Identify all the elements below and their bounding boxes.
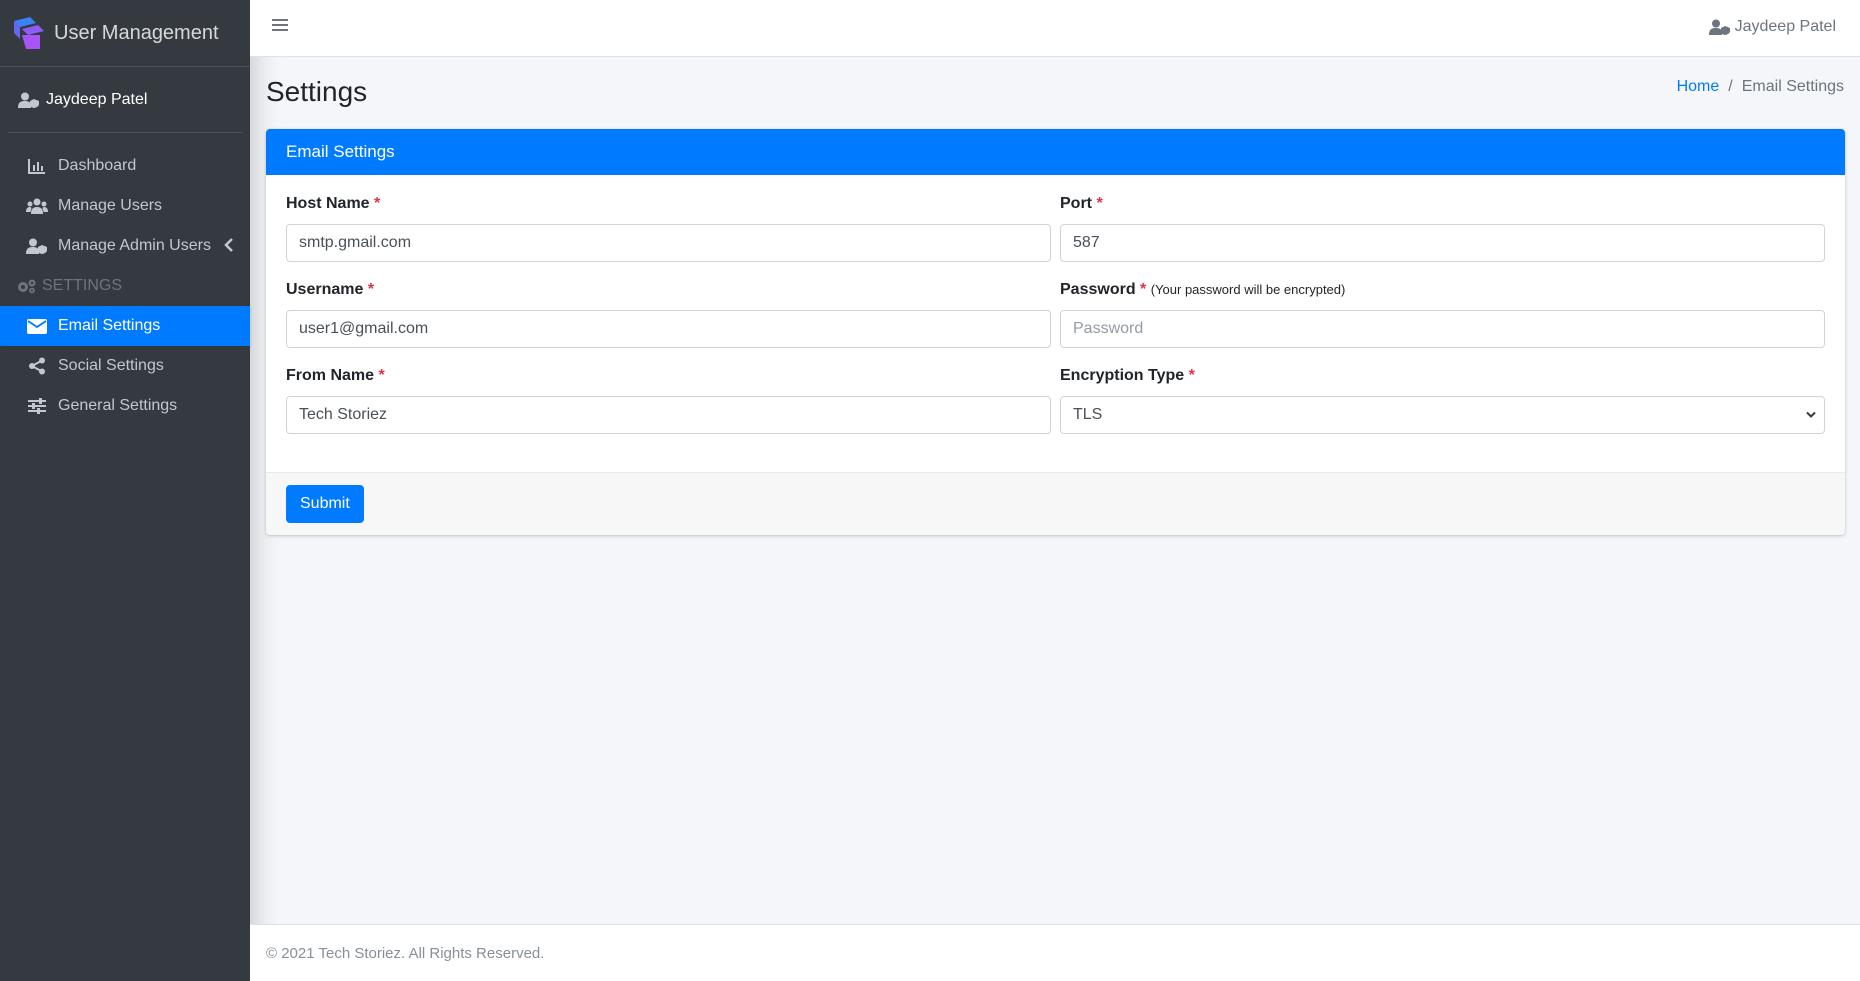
brand-logo-icon bbox=[14, 17, 44, 49]
username-group: Username * bbox=[286, 281, 1051, 348]
cogs-icon bbox=[16, 278, 38, 294]
sidebar-item-manage-users[interactable]: Manage Users bbox=[0, 186, 250, 226]
breadcrumb-separator: / bbox=[1728, 78, 1733, 95]
submit-button[interactable]: Submit bbox=[286, 485, 364, 523]
breadcrumb-home-link[interactable]: Home bbox=[1677, 78, 1720, 96]
sidebar-item-label: Manage Users bbox=[58, 197, 163, 214]
user-panel-name: Jaydeep Patel bbox=[46, 90, 148, 108]
sidebar-item-label: Manage Admin Users bbox=[58, 237, 211, 254]
host-name-group: Host Name * bbox=[286, 195, 1051, 262]
nav-header-settings: Settings bbox=[0, 266, 250, 306]
user-shield-icon bbox=[26, 238, 48, 254]
brand-link[interactable]: User Management bbox=[0, 0, 250, 67]
content-header: Settings Home / Email Settings bbox=[266, 72, 1844, 112]
sliders-icon bbox=[26, 398, 48, 414]
top-user-menu[interactable]: Jaydeep Patel bbox=[1708, 18, 1836, 36]
sidebar-item-manage-admin-users[interactable]: Manage Admin Users bbox=[0, 226, 250, 266]
brand-title: User Management bbox=[54, 21, 219, 44]
users-icon bbox=[26, 198, 48, 214]
encryption-type-select[interactable]: TLS bbox=[1060, 396, 1825, 434]
top-navbar: Jaydeep Patel bbox=[250, 0, 1860, 57]
breadcrumb: Home / Email Settings bbox=[1677, 78, 1844, 96]
sidebar-item-label: General Settings bbox=[58, 397, 178, 414]
port-input[interactable] bbox=[1060, 224, 1825, 262]
port-label: Port * bbox=[1060, 195, 1103, 212]
user-shield-icon bbox=[18, 92, 39, 108]
top-user-name: Jaydeep Patel bbox=[1734, 18, 1836, 35]
sidebar-item-label: Social Settings bbox=[58, 357, 164, 374]
sidebar: User Management Jaydeep Patel Dashboard … bbox=[0, 0, 250, 981]
page-title: Settings bbox=[266, 76, 368, 107]
hamburger-menu-icon[interactable] bbox=[272, 18, 288, 32]
sidebar-item-label: Email Settings bbox=[58, 317, 161, 334]
card-footer: Submit bbox=[266, 472, 1845, 535]
from-name-input[interactable] bbox=[286, 396, 1051, 434]
sidebar-item-dashboard[interactable]: Dashboard bbox=[0, 146, 250, 186]
chart-icon bbox=[26, 158, 48, 174]
encryption-type-value: TLS bbox=[1073, 406, 1103, 423]
port-group: Port * bbox=[1060, 195, 1825, 262]
nav-header-label: Settings bbox=[42, 277, 123, 294]
sidebar-nav: Dashboard Manage Users Manage Admin User… bbox=[0, 146, 250, 426]
share-icon bbox=[26, 357, 48, 375]
chevron-left-icon[interactable] bbox=[224, 238, 234, 252]
card-body: Host Name * Port * Username * Password *… bbox=[266, 175, 1845, 472]
host-name-label: Host Name * bbox=[286, 195, 381, 212]
email-settings-card: Email Settings Host Name * Port * Userna… bbox=[266, 129, 1845, 535]
from-name-group: From Name * bbox=[286, 367, 1051, 434]
sidebar-item-general-settings[interactable]: General Settings bbox=[0, 386, 250, 426]
card-title: Email Settings bbox=[266, 129, 1845, 175]
sidebar-item-label: Dashboard bbox=[58, 157, 137, 174]
footer-text: © 2021 Tech Storiez. All Rights Reserved… bbox=[266, 944, 545, 962]
password-input[interactable] bbox=[1060, 310, 1825, 348]
password-group: Password * (Your password will be encryp… bbox=[1060, 281, 1825, 348]
sidebar-item-social-settings[interactable]: Social Settings bbox=[0, 346, 250, 386]
page-footer: © 2021 Tech Storiez. All Rights Reserved… bbox=[250, 924, 1860, 981]
username-input[interactable] bbox=[286, 310, 1051, 348]
encryption-type-group: Encryption Type * TLS bbox=[1060, 367, 1825, 434]
username-label: Username * bbox=[286, 281, 375, 298]
from-name-label: From Name * bbox=[286, 367, 385, 384]
encryption-type-label: Encryption Type * bbox=[1060, 367, 1195, 384]
chevron-down-icon bbox=[1806, 411, 1816, 418]
user-shield-icon bbox=[1708, 19, 1730, 35]
breadcrumb-current: Email Settings bbox=[1741, 78, 1844, 95]
envelope-icon bbox=[26, 318, 48, 334]
user-panel[interactable]: Jaydeep Patel bbox=[8, 67, 242, 133]
sidebar-item-email-settings[interactable]: Email Settings bbox=[0, 306, 250, 346]
password-hint: (Your password will be encrypted) bbox=[1150, 282, 1346, 297]
host-name-input[interactable] bbox=[286, 224, 1051, 262]
password-label: Password * (Your password will be encryp… bbox=[1060, 281, 1346, 298]
